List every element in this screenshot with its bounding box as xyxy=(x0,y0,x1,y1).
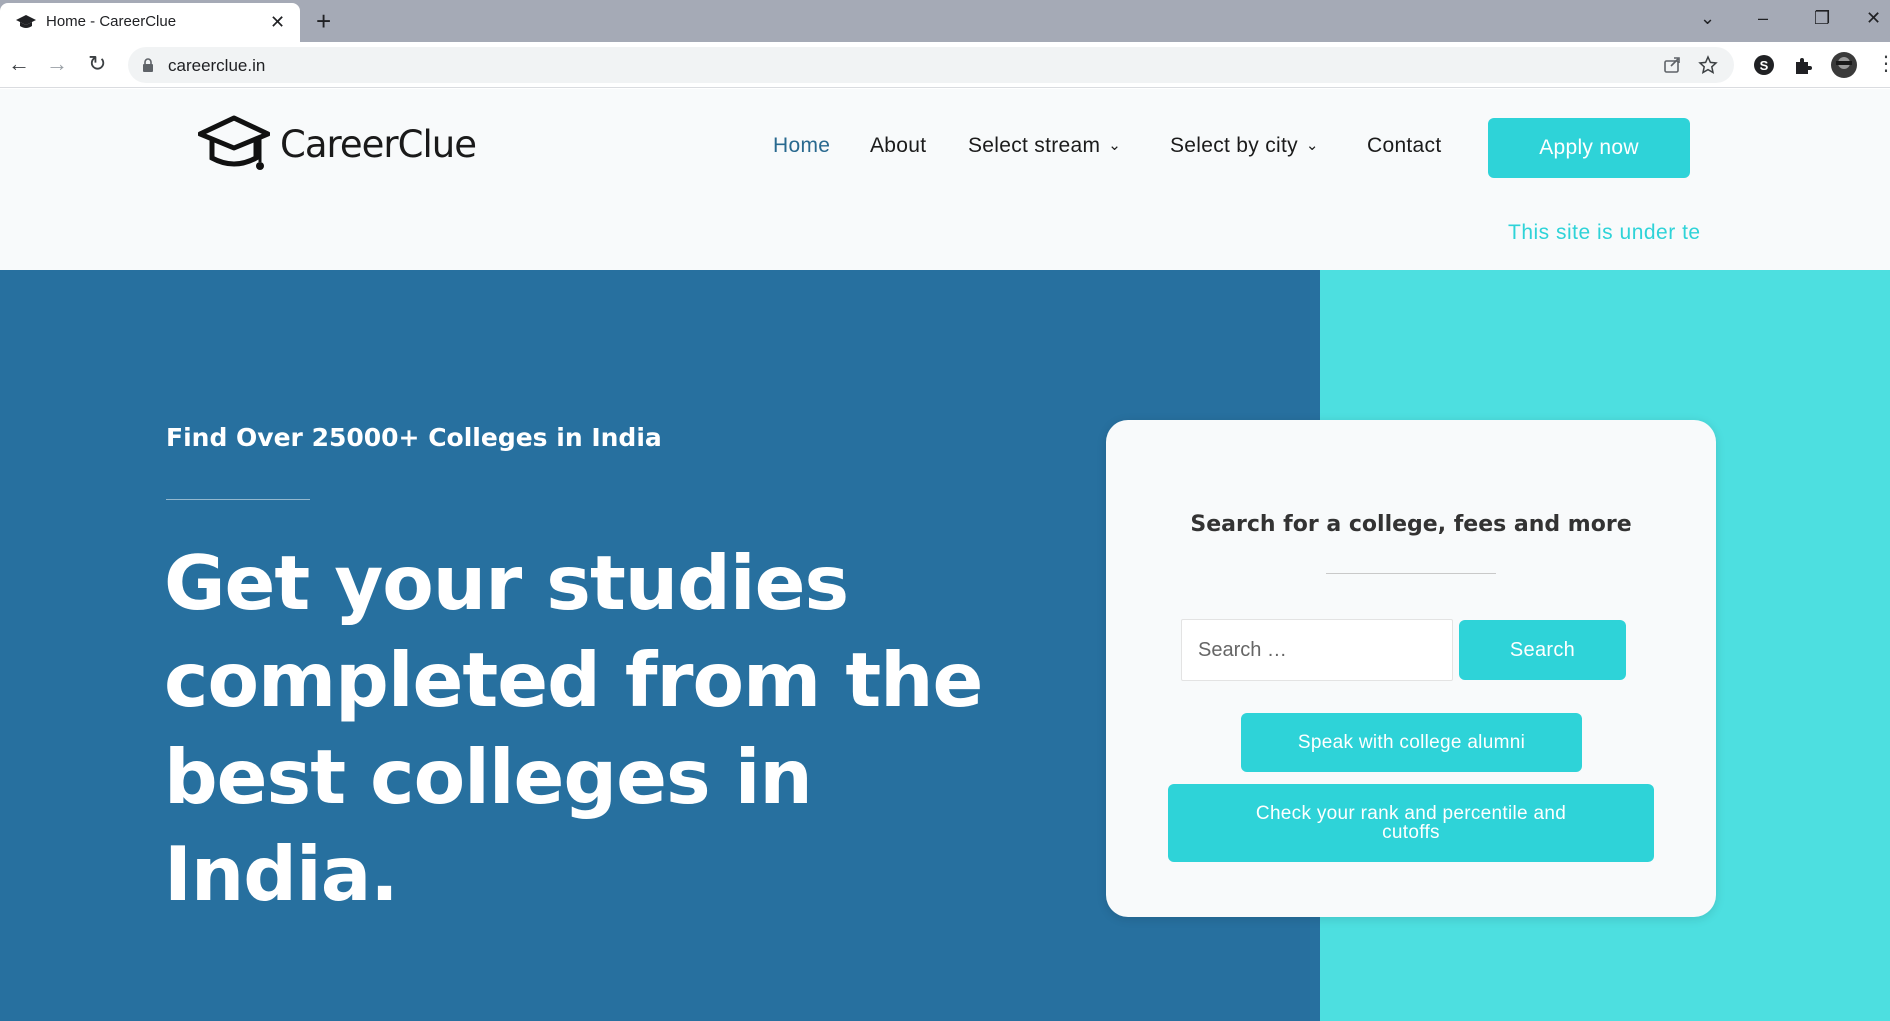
chevron-down-icon: ⌄ xyxy=(1305,137,1319,154)
window-close-icon[interactable]: ✕ xyxy=(1866,8,1881,28)
graduation-cap-logo-icon xyxy=(198,115,270,170)
hero-subtitle: Find Over 25000+ Colleges in India xyxy=(166,423,662,452)
browser-toolbar: ← → ↻ careerclue.in S ⋮ xyxy=(0,42,1890,88)
speak-with-alumni-button[interactable]: Speak with college alumni xyxy=(1241,713,1582,772)
lock-icon xyxy=(143,58,153,72)
hero-divider xyxy=(166,499,310,500)
site-header: CareerClue Home About Select stream ⌄ Sel… xyxy=(0,89,1890,270)
nav-home[interactable]: Home xyxy=(773,134,830,158)
nav-select-by-city[interactable]: Select by city ⌄ xyxy=(1170,134,1319,158)
search-card-title: Search for a college, fees and more xyxy=(1190,512,1632,537)
new-tab-button[interactable]: + xyxy=(316,8,331,34)
search-card: Search for a college, fees and more Sear… xyxy=(1106,420,1716,917)
puzzle-extensions-icon[interactable] xyxy=(1792,53,1816,77)
back-icon[interactable]: ← xyxy=(8,51,30,77)
search-card-divider xyxy=(1326,573,1496,574)
search-button[interactable]: Search xyxy=(1459,620,1626,680)
profile-avatar[interactable] xyxy=(1830,51,1858,79)
hero-title: Get your studies completed from the best… xyxy=(164,539,983,918)
logo-text: CareerClue xyxy=(280,123,477,166)
apply-now-button[interactable]: Apply now xyxy=(1488,118,1690,178)
browser-menu-icon[interactable]: ⋮ xyxy=(1876,51,1890,77)
forward-icon[interactable]: → xyxy=(46,51,68,77)
search-input[interactable] xyxy=(1181,619,1453,681)
address-bar[interactable]: careerclue.in xyxy=(128,47,1734,83)
tab-search-icon[interactable]: ⌄ xyxy=(1700,8,1715,28)
nav-contact[interactable]: Contact xyxy=(1367,134,1441,158)
nav-select-stream[interactable]: Select stream ⌄ xyxy=(968,134,1121,158)
nav-about[interactable]: About xyxy=(870,134,926,158)
reload-icon[interactable]: ↻ xyxy=(88,51,106,77)
minimize-icon[interactable]: – xyxy=(1758,8,1768,28)
browser-tabstrip: Home - CareerClue ✕ + ⌄ – ❐ ✕ xyxy=(0,0,1890,42)
tab-close-icon[interactable]: ✕ xyxy=(270,12,285,32)
browser-tab[interactable]: Home - CareerClue ✕ xyxy=(0,3,300,42)
skype-extension-icon[interactable]: S xyxy=(1752,53,1776,77)
check-rank-button[interactable]: Check your rank and percentile and cutof… xyxy=(1168,784,1654,862)
graduation-cap-favicon-icon xyxy=(16,15,36,28)
announcement-marquee: This site is under te xyxy=(1508,221,1701,244)
nav-select-by-city-label: Select by city xyxy=(1170,134,1298,157)
star-icon[interactable] xyxy=(1698,55,1718,75)
svg-text:S: S xyxy=(1760,58,1769,73)
restore-icon[interactable]: ❐ xyxy=(1814,8,1830,28)
chevron-down-icon: ⌄ xyxy=(1108,137,1122,154)
share-icon[interactable] xyxy=(1662,55,1682,75)
nav-select-stream-label: Select stream xyxy=(968,134,1101,157)
site-logo[interactable]: CareerClue xyxy=(198,114,478,184)
tab-title: Home - CareerClue xyxy=(46,13,177,30)
url-text[interactable]: careerclue.in xyxy=(168,56,265,76)
